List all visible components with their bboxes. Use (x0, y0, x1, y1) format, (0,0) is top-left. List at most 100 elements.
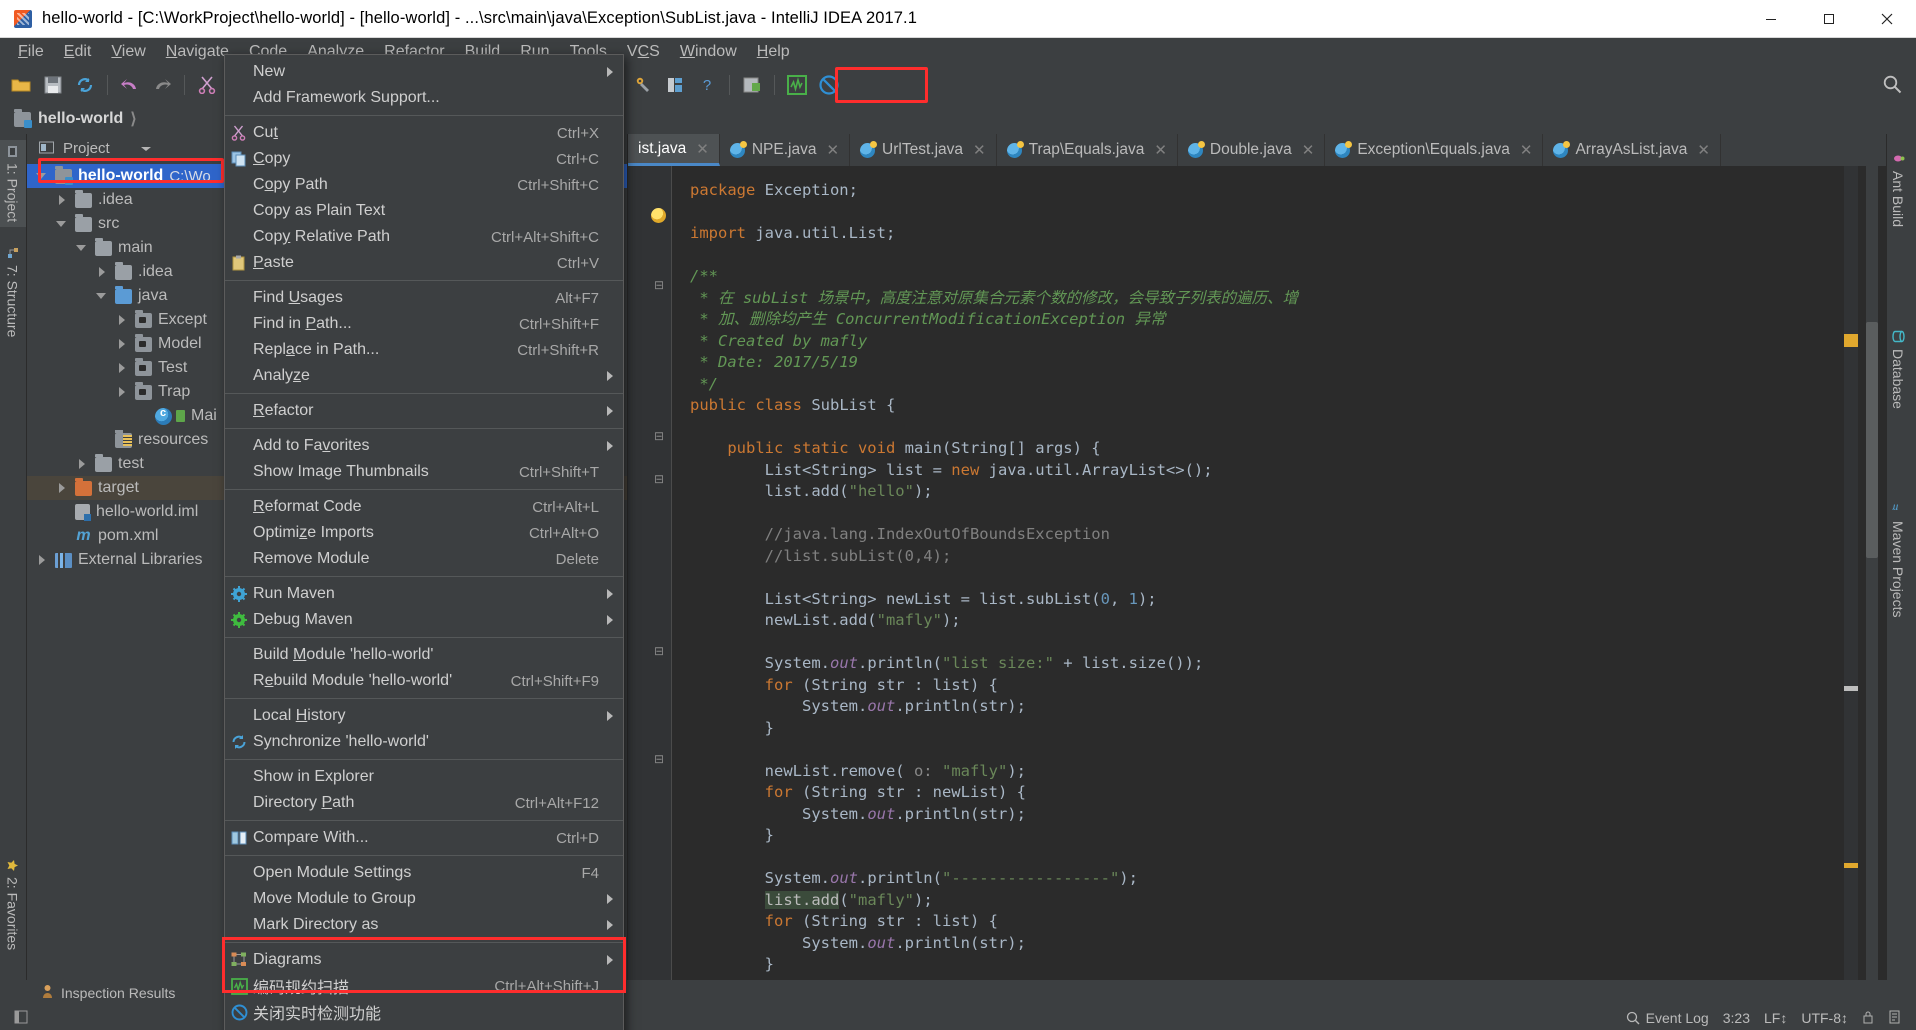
chevron-right-icon[interactable] (55, 193, 69, 207)
inspection-profile-icon[interactable] (1888, 1010, 1902, 1027)
context-menu-item-maven[interactable]: mMaven (225, 1025, 623, 1030)
breadcrumb[interactable]: hello-world ⟩ (14, 109, 137, 129)
context-menu-item-rebuild-module-hello-world[interactable]: Rebuild Module 'hello-world'Ctrl+Shift+F… (225, 668, 623, 694)
context-menu-item-local-history[interactable]: Local History (225, 703, 623, 729)
context-menu-item-refactor[interactable]: Refactor (225, 398, 623, 424)
code-convention-scan-icon[interactable] (782, 70, 812, 100)
editor-scrollbar-thumb[interactable] (1866, 322, 1878, 558)
context-menu-item-copy[interactable]: CopyCtrl+C (225, 146, 623, 172)
settings-icon[interactable] (628, 70, 658, 100)
warning-marker[interactable] (1844, 334, 1858, 347)
context-menu-item-copy-as-plain-text[interactable]: Copy as Plain Text (225, 198, 623, 224)
context-menu-item-mark-directory-as[interactable]: Mark Directory as (225, 912, 623, 938)
code-fold-icon[interactable]: ⊟ (654, 278, 664, 292)
chevron-right-icon[interactable] (115, 385, 129, 399)
menu-help[interactable]: Help (747, 40, 800, 64)
context-menu-item-paste[interactable]: PasteCtrl+V (225, 250, 623, 276)
sidebar-item-database[interactable]: Database (1890, 330, 1906, 409)
encoding[interactable]: UTF-8↕ (1801, 1010, 1848, 1026)
chevron-right-icon[interactable] (55, 481, 69, 495)
redo-icon[interactable] (147, 70, 177, 100)
context-menu-item-open-module-settings[interactable]: Open Module SettingsF4 (225, 860, 623, 886)
sidebar-item-maven-projects[interactable]: m Maven Projects (1890, 502, 1906, 617)
project-structure-icon[interactable] (660, 70, 690, 100)
close-icon[interactable]: ✕ (1697, 141, 1710, 159)
context-menu-item-show-in-explorer[interactable]: Show in Explorer (225, 764, 623, 790)
context-menu-item-copy-path[interactable]: Copy PathCtrl+Shift+C (225, 172, 623, 198)
close-button[interactable] (1858, 0, 1916, 37)
close-icon[interactable]: ✕ (826, 141, 839, 159)
context-menu-item-optimize-imports[interactable]: Optimize ImportsCtrl+Alt+O (225, 520, 623, 546)
context-menu-item-compare-with[interactable]: Compare With...Ctrl+D (225, 825, 623, 851)
minimize-button[interactable] (1742, 0, 1800, 37)
line-separator[interactable]: LF↕ (1764, 1010, 1787, 1026)
disable-realtime-inspection-icon[interactable] (814, 70, 844, 100)
help-icon[interactable]: ? (692, 70, 722, 100)
menu-view[interactable]: View (101, 40, 155, 64)
editor-tab-exception-equals-java[interactable]: Exception\Equals.java✕ (1325, 134, 1543, 166)
close-icon[interactable]: ✕ (973, 141, 986, 159)
sync-icon[interactable] (70, 70, 100, 100)
close-icon[interactable]: ✕ (696, 140, 709, 158)
close-icon[interactable]: ✕ (1520, 141, 1533, 159)
editor-tab-double-java[interactable]: Double.java✕ (1178, 134, 1325, 166)
chevron-down-icon[interactable] (95, 289, 109, 303)
context-menu-item-synchronize-hello-world[interactable]: Synchronize 'hello-world' (225, 729, 623, 755)
context-menu-item-replace-in-path[interactable]: Replace in Path...Ctrl+Shift+R (225, 337, 623, 363)
editor-tab-ist-java[interactable]: ist.java✕ (628, 134, 720, 166)
intention-bulb-icon[interactable] (651, 208, 666, 223)
save-all-icon[interactable] (38, 70, 68, 100)
menu-window[interactable]: Window (670, 40, 747, 64)
chevron-right-icon[interactable] (35, 553, 49, 567)
close-icon[interactable]: ✕ (1302, 141, 1315, 159)
editor-tab-trap-equals-java[interactable]: Trap\Equals.java✕ (997, 134, 1178, 166)
status-hide-icon[interactable] (0, 1010, 28, 1027)
context-menu-item-diagrams[interactable]: Diagrams (225, 947, 623, 973)
editor-tab-arrayaslist-java[interactable]: ArrayAsList.java✕ (1543, 134, 1721, 166)
context-menu-item-find-in-path[interactable]: Find in Path...Ctrl+Shift+F (225, 311, 623, 337)
editor-tab-urltest-java[interactable]: UrlTest.java✕ (850, 134, 997, 166)
save-screenshot-icon[interactable] (737, 70, 767, 100)
context-menu-item-build-module-hello-world[interactable]: Build Module 'hello-world' (225, 642, 623, 668)
error-marker-bar[interactable] (1844, 166, 1858, 980)
code-fold-icon[interactable]: ⊟ (654, 472, 664, 486)
chevron-down-icon[interactable] (75, 241, 89, 255)
editor-scrollbar-track[interactable] (1866, 166, 1878, 980)
context-menu-item-copy-relative-path[interactable]: Copy Relative PathCtrl+Alt+Shift+C (225, 224, 623, 250)
event-log-group[interactable]: Event Log (1626, 1010, 1709, 1026)
context-menu-item-find-usages[interactable]: Find UsagesAlt+F7 (225, 285, 623, 311)
menu-file[interactable]: FFileile (8, 40, 54, 64)
chevron-down-icon[interactable] (35, 169, 49, 183)
search-everywhere-icon[interactable] (1882, 74, 1902, 99)
chevron-right-icon[interactable] (75, 457, 89, 471)
context-menu-item-编码规约扫描[interactable]: 编码规约扫描Ctrl+Alt+Shift+J (225, 973, 623, 999)
context-menu-item-reformat-code[interactable]: Reformat CodeCtrl+Alt+L (225, 494, 623, 520)
lock-icon[interactable] (1862, 1010, 1874, 1027)
chevron-right-icon[interactable] (95, 265, 109, 279)
context-menu-item-add-framework-support[interactable]: Add Framework Support... (225, 85, 623, 111)
undo-icon[interactable] (115, 70, 145, 100)
context-menu-item-关闭实时检测功能[interactable]: 关闭实时检测功能 (225, 999, 623, 1025)
close-icon[interactable]: ✕ (1154, 141, 1167, 159)
context-menu-item-remove-module[interactable]: Remove ModuleDelete (225, 546, 623, 572)
context-menu-item-run-maven[interactable]: Run Maven (225, 581, 623, 607)
cut-icon[interactable] (192, 70, 222, 100)
chevron-right-icon[interactable] (115, 313, 129, 327)
context-menu-item-debug-maven[interactable]: Debug Maven (225, 607, 623, 633)
sidebar-item-favorites[interactable]: 2: Favorites (0, 854, 26, 955)
sidebar-item-structure[interactable]: 7: Structure (0, 242, 26, 342)
sidebar-item-ant-build[interactable]: Ant Build (1890, 152, 1906, 227)
chevron-down-icon[interactable] (55, 217, 69, 231)
maximize-button[interactable] (1800, 0, 1858, 37)
code-fold-icon[interactable]: ⊟ (654, 644, 664, 658)
code-editor[interactable]: package Exception; import java.util.List… (672, 166, 1822, 980)
menu-edit[interactable]: Edit (54, 40, 102, 64)
editor-tab-bar[interactable]: ist.java✕NPE.java✕UrlTest.java✕Trap\Equa… (628, 134, 1886, 166)
code-fold-icon[interactable]: ⊟ (654, 429, 664, 443)
context-menu[interactable]: NewAdd Framework Support...CutCtrl+XCopy… (224, 54, 624, 1030)
chevron-down-icon[interactable] (140, 140, 152, 157)
context-menu-item-directory-path[interactable]: Directory PathCtrl+Alt+F12 (225, 790, 623, 816)
caret-position[interactable]: 3:23 (1723, 1010, 1750, 1026)
context-menu-item-show-image-thumbnails[interactable]: Show Image ThumbnailsCtrl+Shift+T (225, 459, 623, 485)
chevron-right-icon[interactable] (115, 337, 129, 351)
